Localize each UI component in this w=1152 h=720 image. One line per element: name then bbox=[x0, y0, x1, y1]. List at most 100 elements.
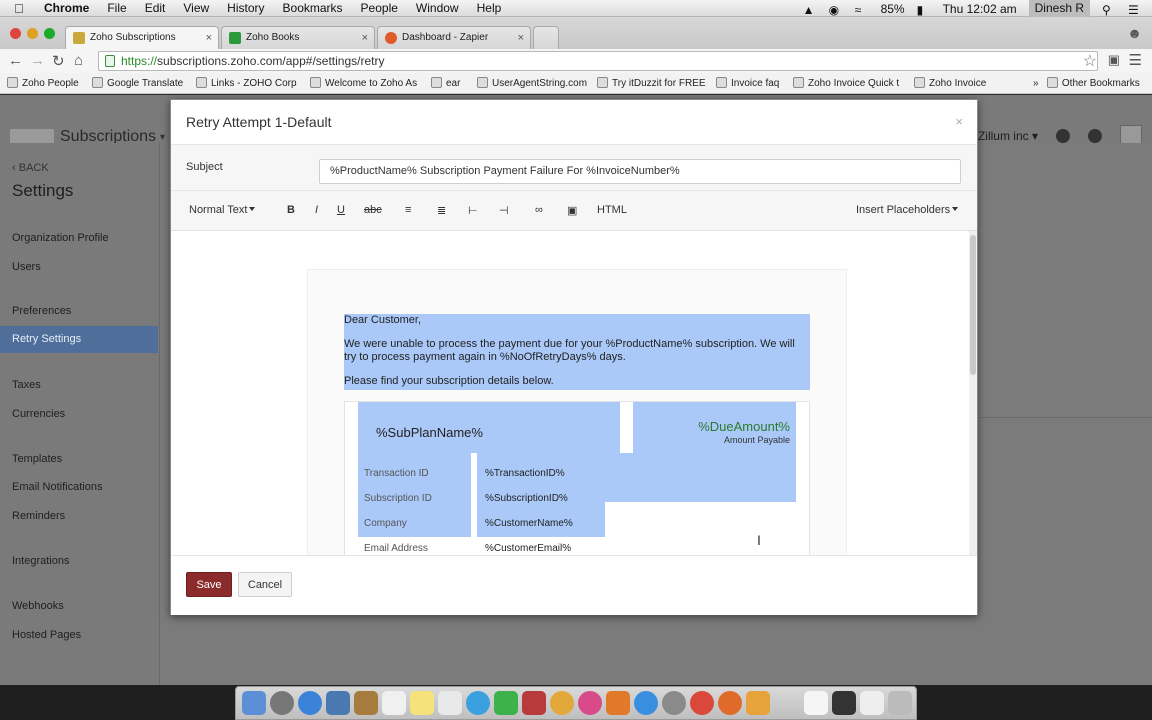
close-tab-icon[interactable]: × bbox=[518, 32, 524, 44]
calendar-icon[interactable] bbox=[382, 691, 406, 715]
underline-button[interactable]: U bbox=[337, 204, 345, 216]
scroll-thumb[interactable] bbox=[970, 235, 976, 375]
bullet-list-icon[interactable]: ≡ bbox=[405, 204, 411, 216]
app-store-icon[interactable] bbox=[634, 691, 658, 715]
bookmark-item[interactable]: Google Translate bbox=[92, 77, 183, 89]
tab-zapier[interactable]: Dashboard - Zapier × bbox=[377, 26, 531, 49]
image-icon[interactable]: ▣ bbox=[567, 204, 577, 217]
home-icon[interactable]: ⌂ bbox=[74, 52, 83, 69]
other-bookmarks[interactable]: » Other Bookmarks bbox=[1033, 77, 1140, 89]
screen-icon[interactable] bbox=[832, 691, 856, 715]
launchpad-icon[interactable] bbox=[270, 691, 294, 715]
insert-placeholders-dropdown[interactable]: Insert Placeholders bbox=[856, 204, 959, 216]
sidebar-item-taxes[interactable]: Taxes bbox=[12, 379, 41, 391]
photo-booth-icon[interactable] bbox=[522, 691, 546, 715]
notification-icon[interactable]: ▲ bbox=[803, 3, 817, 17]
user-name[interactable]: Dinesh R bbox=[1028, 0, 1090, 17]
reload-icon[interactable]: ↻ bbox=[52, 52, 65, 70]
firefox-icon[interactable] bbox=[718, 691, 742, 715]
bookmark-item[interactable]: Invoice faq bbox=[716, 77, 779, 89]
back-link[interactable]: ‹ BACK bbox=[12, 162, 49, 174]
editor-scrollbar[interactable] bbox=[969, 231, 977, 555]
notification-center-icon[interactable]: ☰ bbox=[1128, 3, 1142, 17]
bookmark-item[interactable]: Links - ZOHO Corp bbox=[196, 77, 297, 89]
mail-icon[interactable] bbox=[326, 691, 350, 715]
sidebar-item-currencies[interactable]: Currencies bbox=[12, 408, 65, 420]
reminders-icon[interactable] bbox=[438, 691, 462, 715]
bookmark-item[interactable]: Zoho Invoice bbox=[914, 77, 986, 89]
format-dropdown[interactable]: Normal Text bbox=[189, 204, 256, 216]
cancel-button[interactable]: Cancel bbox=[238, 572, 292, 597]
tab-zoho-books[interactable]: Zoho Books × bbox=[221, 26, 375, 49]
sync-icon[interactable]: ◉ bbox=[829, 3, 843, 17]
ibooks-icon[interactable] bbox=[606, 691, 630, 715]
menu-window[interactable]: Window bbox=[416, 1, 459, 15]
bold-button[interactable]: B bbox=[287, 204, 295, 216]
bookmark-item[interactable]: ear bbox=[431, 77, 460, 89]
system-preferences-icon[interactable] bbox=[662, 691, 686, 715]
downloads-icon[interactable] bbox=[860, 691, 884, 715]
save-button[interactable]: Save bbox=[186, 572, 232, 597]
sidebar-item-hosted-pages[interactable]: Hosted Pages bbox=[12, 629, 81, 641]
close-window-icon[interactable] bbox=[10, 28, 21, 39]
spotlight-icon[interactable]: ⚲ bbox=[1102, 3, 1116, 17]
notes-icon[interactable] bbox=[410, 691, 434, 715]
bookmark-item[interactable]: Zoho People bbox=[7, 77, 79, 89]
org-switcher[interactable]: Zillum inc ▾ bbox=[978, 129, 1038, 143]
subject-input[interactable]: %ProductName% Subscription Payment Failu… bbox=[319, 159, 961, 184]
zoom-window-icon[interactable] bbox=[44, 28, 55, 39]
trash-icon[interactable] bbox=[888, 691, 912, 715]
chrome-menu-icon[interactable]: ☰ bbox=[1129, 51, 1142, 69]
battery-icon[interactable]: ▮ bbox=[917, 3, 931, 17]
bookmark-item[interactable]: UserAgentString.com bbox=[477, 77, 587, 89]
sidebar-item-reminders[interactable]: Reminders bbox=[12, 510, 65, 522]
battery-text[interactable]: 85% bbox=[881, 2, 905, 16]
strikethrough-button[interactable]: abc bbox=[364, 204, 382, 216]
sidebar-item-retry-settings[interactable]: Retry Settings bbox=[0, 326, 158, 353]
document-icon[interactable] bbox=[804, 691, 828, 715]
tab-zoho-subscriptions[interactable]: Zoho Subscriptions × bbox=[65, 26, 219, 50]
menu-bookmarks[interactable]: Bookmarks bbox=[283, 1, 343, 15]
menu-help[interactable]: Help bbox=[477, 1, 502, 15]
sidebar-item-templates[interactable]: Templates bbox=[12, 453, 62, 465]
new-tab-button[interactable] bbox=[533, 26, 559, 49]
back-icon[interactable]: ← bbox=[8, 52, 23, 69]
sidebar-item-integrations[interactable]: Integrations bbox=[12, 555, 69, 567]
menu-file[interactable]: File bbox=[107, 1, 126, 15]
close-icon[interactable]: × bbox=[955, 114, 963, 129]
indent-icon[interactable]: ⊢ bbox=[468, 204, 478, 217]
close-tab-icon[interactable]: × bbox=[362, 32, 368, 44]
menu-app[interactable]: Chrome bbox=[44, 1, 89, 15]
bookmark-star-icon[interactable]: ☆ bbox=[1083, 51, 1097, 71]
clock[interactable]: Thu 12:02 am bbox=[943, 2, 1017, 16]
numbered-list-icon[interactable]: ≣ bbox=[437, 204, 446, 217]
minimize-window-icon[interactable] bbox=[27, 28, 38, 39]
messages-icon[interactable] bbox=[466, 691, 490, 715]
facetime-icon[interactable] bbox=[494, 691, 518, 715]
menu-edit[interactable]: Edit bbox=[145, 1, 166, 15]
html-button[interactable]: HTML bbox=[597, 204, 627, 216]
italic-button[interactable]: I bbox=[315, 204, 318, 216]
forward-icon[interactable]: → bbox=[30, 52, 45, 69]
outdent-icon[interactable]: ⊣ bbox=[499, 204, 509, 217]
menu-people[interactable]: People bbox=[361, 1, 398, 15]
sidebar-item-webhooks[interactable]: Webhooks bbox=[12, 600, 64, 612]
help-icon[interactable] bbox=[1088, 129, 1102, 143]
sidebar-item-preferences[interactable]: Preferences bbox=[12, 305, 71, 317]
sidebar-item-organization-profile[interactable]: Organization Profile bbox=[12, 232, 109, 244]
chrome-icon[interactable] bbox=[690, 691, 714, 715]
safari-icon[interactable] bbox=[298, 691, 322, 715]
apple-icon[interactable]:  bbox=[14, 1, 34, 16]
bookmark-item[interactable]: Zoho Invoice Quick t bbox=[793, 77, 899, 89]
gear-icon[interactable] bbox=[1056, 129, 1070, 143]
app-icon[interactable] bbox=[746, 691, 770, 715]
itunes-icon[interactable] bbox=[578, 691, 602, 715]
finder-icon[interactable] bbox=[242, 691, 266, 715]
bookmark-item[interactable]: Welcome to Zoho As bbox=[310, 77, 417, 89]
close-tab-icon[interactable]: × bbox=[206, 32, 212, 44]
sidebar-item-email-notifications[interactable]: Email Notifications bbox=[12, 481, 102, 493]
cast-icon[interactable]: ▣ bbox=[1108, 52, 1120, 68]
address-bar[interactable]: https://subscriptions.zoho.com/app#/sett… bbox=[98, 51, 1098, 71]
email-body-editor[interactable]: Dear Customer, We were unable to process… bbox=[171, 231, 977, 555]
contacts-icon[interactable] bbox=[354, 691, 378, 715]
